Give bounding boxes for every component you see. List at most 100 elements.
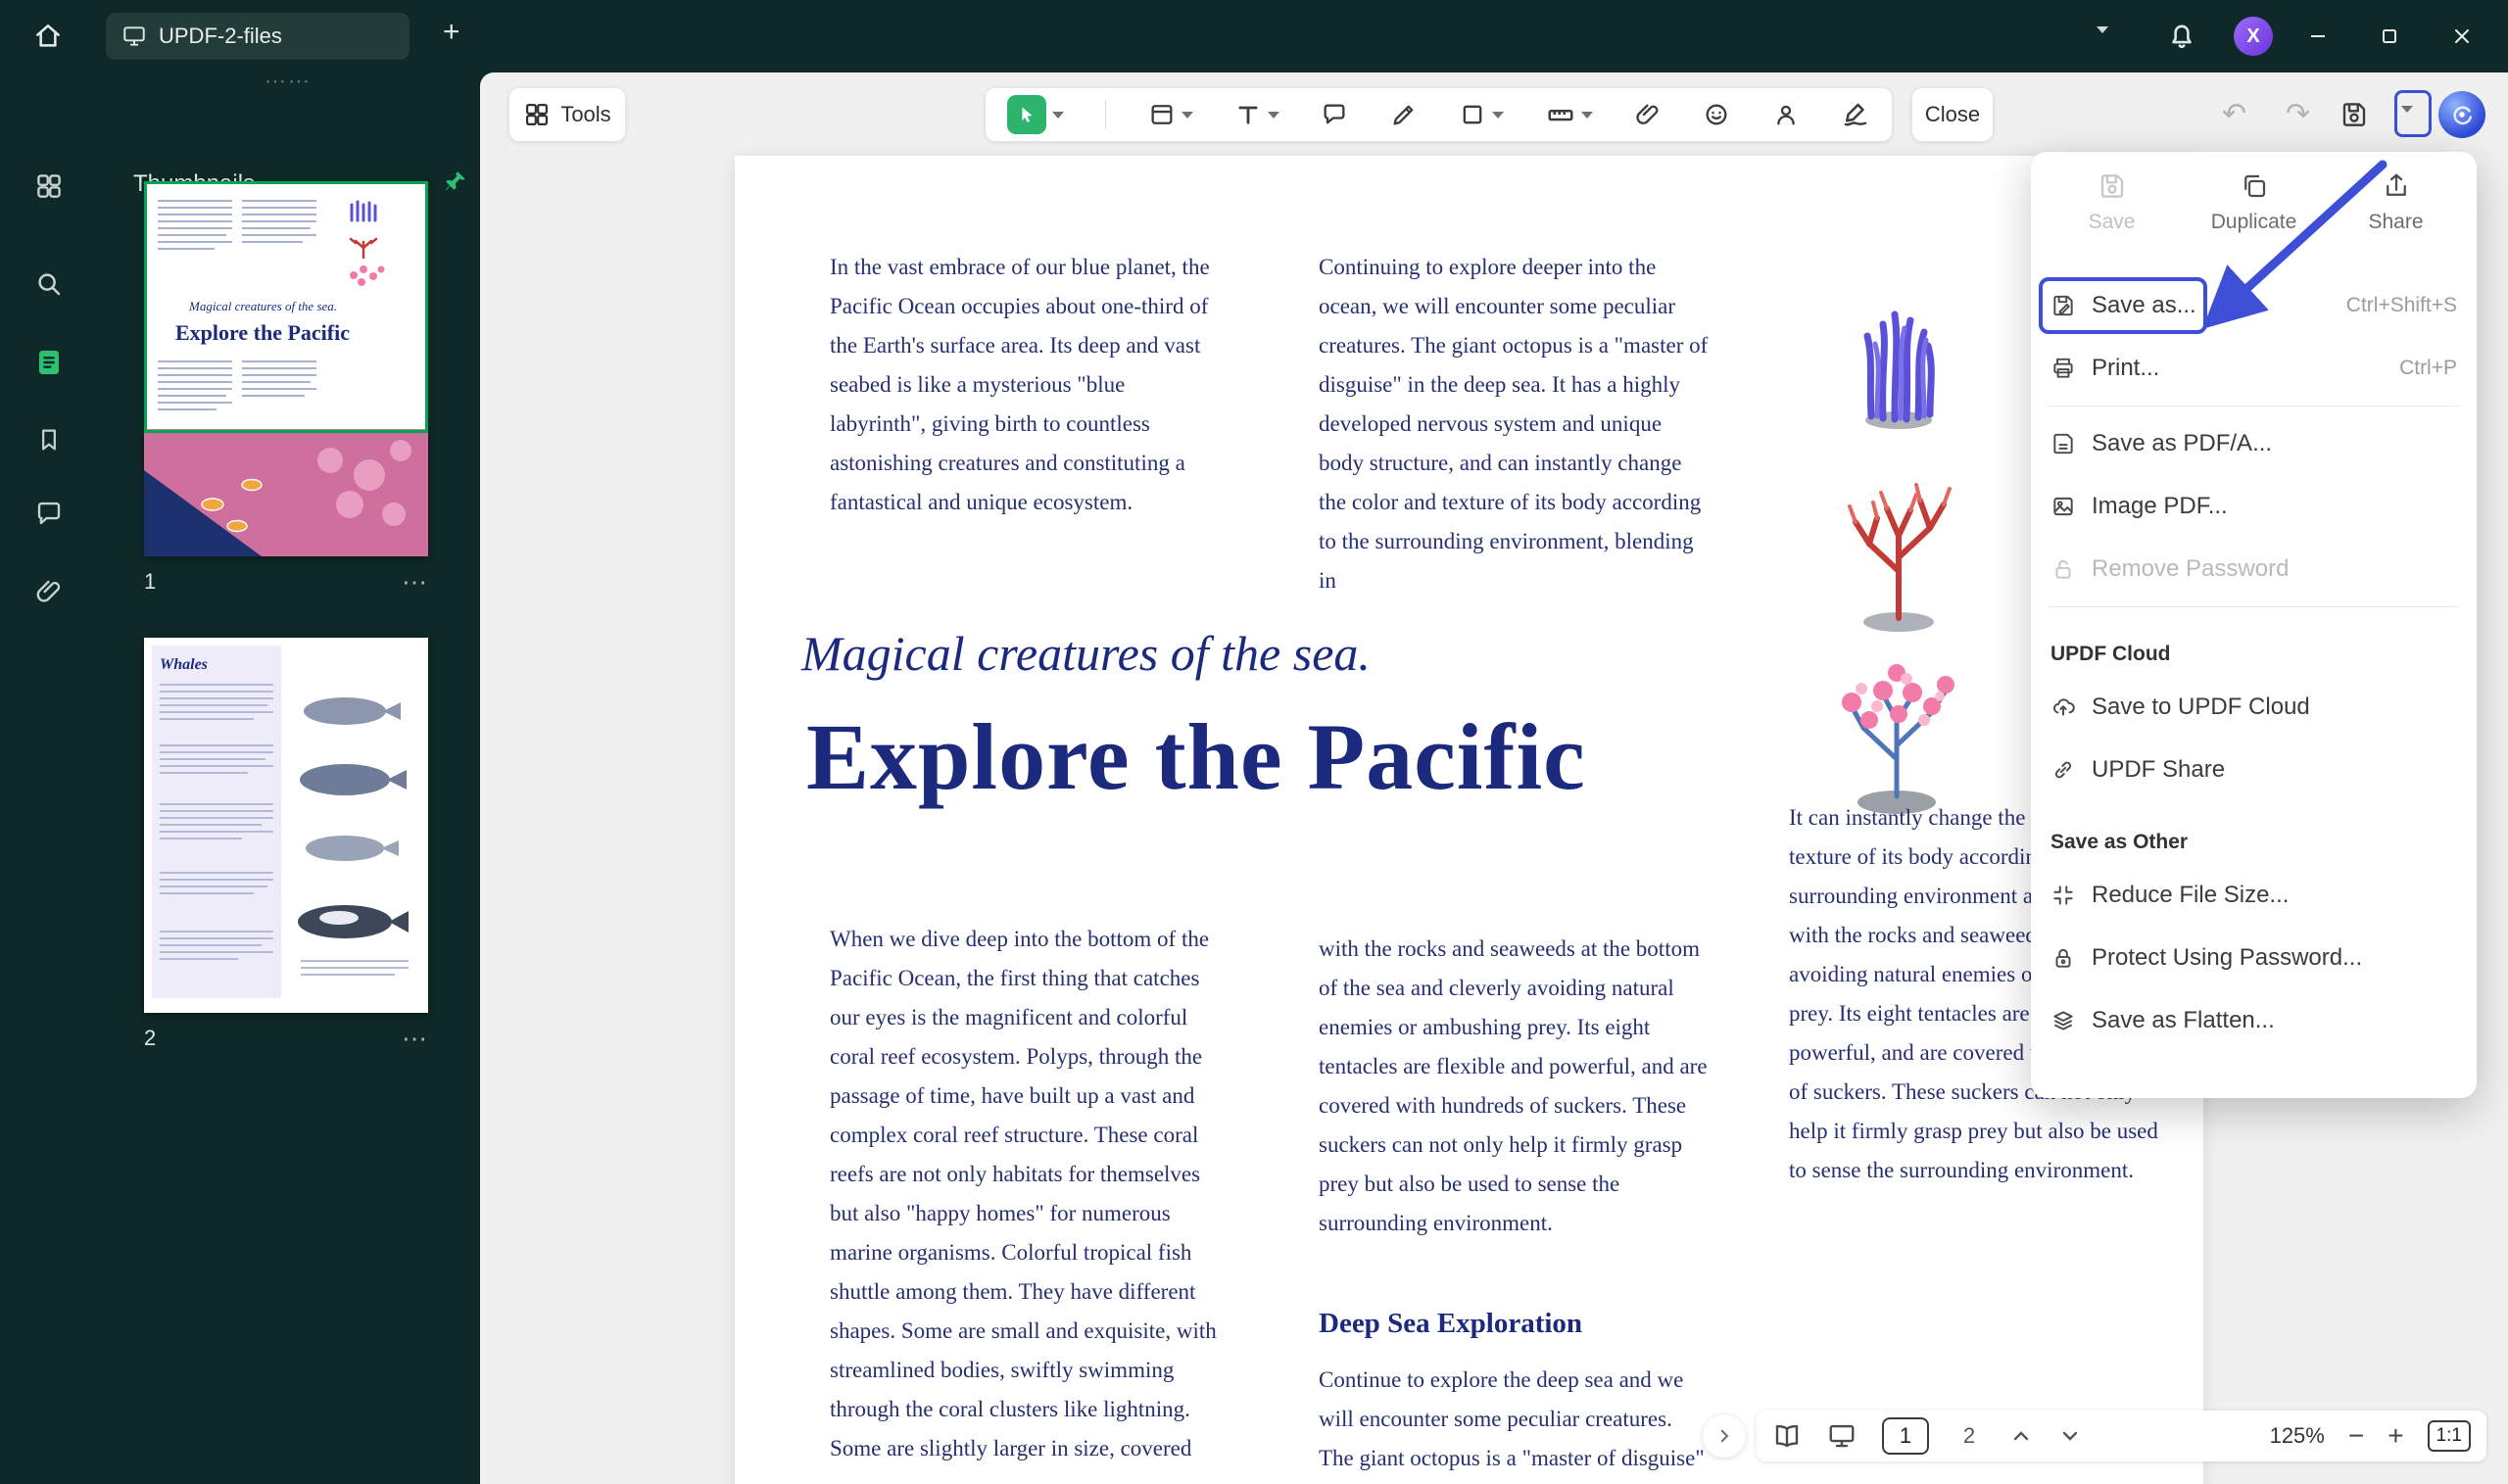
page2-more-button[interactable]: ⋯ [402, 1024, 428, 1054]
paperclip-icon [1634, 101, 1662, 128]
text-icon [1234, 101, 1262, 128]
doc-paragraph: When we dive deep into the bottom of the… [830, 920, 1222, 1468]
sign-scribble-tool[interactable] [1841, 100, 1870, 129]
redo-button[interactable]: ↷ [2286, 100, 2310, 129]
menu-item-reduce-file-size[interactable]: Reduce File Size... [2031, 864, 2477, 927]
menu-item-save-as-pdfa[interactable]: Save as PDF/A... [2031, 412, 2477, 475]
zoom-out-button[interactable]: − [2348, 1422, 2364, 1450]
menu-item-save-as-flatten[interactable]: Save as Flatten... [2031, 989, 2477, 1052]
maximize-icon [2379, 25, 2400, 47]
text-tool-chevron-icon[interactable] [1268, 112, 1279, 119]
menu-item-save-to-updf-cloud[interactable]: Save to UPDF Cloud [2031, 676, 2477, 739]
updf-window: UPDF-2-files + X [0, 0, 2508, 1484]
reduce-file-size-label: Reduce File Size... [2092, 882, 2289, 909]
close-button[interactable]: Close [1912, 88, 1993, 141]
page-thumbnail-2[interactable]: Whales [144, 638, 428, 1013]
expand-statusbar-button[interactable] [1703, 1414, 1746, 1458]
toolbar-divider [1105, 100, 1106, 129]
measure-tool[interactable] [1546, 100, 1593, 129]
home-icon [32, 21, 64, 52]
save-as-icon [2050, 293, 2076, 318]
save-button[interactable] [2339, 100, 2369, 129]
doc-paragraph: In the vast embrace of our blue planet, … [830, 248, 1222, 522]
save-to-cloud-label: Save to UPDF Cloud [2092, 694, 2310, 721]
document-tab[interactable]: UPDF-2-files [106, 13, 410, 60]
shape-tool-chevron-icon[interactable] [1492, 112, 1504, 119]
page-thumbnail-1[interactable]: Magical creatures of the sea. Explore th… [144, 181, 428, 556]
updf-ai-button[interactable] [2438, 91, 2485, 138]
page-2-button[interactable]: 2 [1954, 1423, 1984, 1449]
pin-icon [443, 168, 468, 194]
search-icon [34, 269, 64, 299]
zoom-in-button[interactable]: + [2387, 1422, 2403, 1450]
comment-icon [34, 499, 64, 528]
save-menu-chevron-highlight [2394, 90, 2432, 137]
thumbnails-panel-button[interactable] [27, 341, 71, 384]
reading-mode-icon[interactable] [1772, 1421, 1802, 1451]
titlebar-chevron-down-icon[interactable] [2097, 33, 2108, 51]
header-icon [1148, 101, 1176, 128]
select-tool[interactable] [1007, 95, 1064, 134]
undo-button[interactable]: ↶ [2222, 100, 2246, 129]
thumb2-heading: Whales [160, 656, 208, 673]
attach-tool[interactable] [1634, 101, 1662, 128]
chevron-right-icon [1715, 1427, 1733, 1445]
updf-share-label: UPDF Share [2092, 756, 2225, 784]
header-footer-tool[interactable] [1148, 101, 1193, 128]
select-tool-chevron-icon[interactable] [1052, 112, 1064, 119]
page-up-icon[interactable] [2009, 1424, 2033, 1448]
menu-item-image-pdf[interactable]: Image PDF... [2031, 475, 2477, 538]
actual-size-button[interactable]: 1:1 [2428, 1420, 2471, 1452]
tools-icon [523, 101, 551, 128]
remove-password-label: Remove Password [2092, 555, 2289, 583]
print-label: Print... [2092, 355, 2159, 382]
menu-item-updf-share[interactable]: UPDF Share [2031, 739, 2477, 801]
menu-action-duplicate[interactable]: Duplicate [2183, 171, 2325, 274]
pdf-page[interactable]: In the vast embrace of our blue planet, … [735, 156, 2203, 1484]
home-button[interactable] [32, 21, 64, 52]
measure-tool-chevron-icon[interactable] [1581, 112, 1593, 119]
sticker-tool[interactable] [1703, 101, 1730, 128]
menu-action-save-label: Save [2089, 211, 2136, 234]
duplicate-icon [2240, 171, 2269, 201]
signature-tool[interactable] [1772, 101, 1800, 128]
ruler-icon [1546, 100, 1575, 129]
comment-tool[interactable] [1321, 101, 1348, 128]
menu-item-remove-password[interactable]: Remove Password [2031, 538, 2477, 600]
menu-action-save[interactable]: Save [2041, 171, 2183, 274]
apps-grid-button[interactable] [27, 165, 71, 208]
header-tool-chevron-icon[interactable] [1182, 112, 1193, 119]
text-tool[interactable] [1234, 101, 1279, 128]
tools-button[interactable]: Tools [509, 88, 625, 141]
pin-panel-button[interactable] [443, 168, 468, 194]
page1-viewport-indicator[interactable] [144, 181, 428, 433]
pen-tool[interactable] [1390, 101, 1418, 128]
menu-section-updf-cloud: UPDF Cloud [2031, 613, 2477, 676]
zoom-level[interactable]: 125% [2270, 1423, 2325, 1449]
menu-item-print[interactable]: Print... Ctrl+P [2031, 337, 2477, 400]
notifications-button[interactable] [2165, 19, 2198, 52]
close-window-button[interactable] [2444, 19, 2480, 54]
new-tab-button[interactable]: + [443, 18, 460, 47]
menu-item-protect-using-password[interactable]: Protect Using Password... [2031, 927, 2477, 989]
attachments-button[interactable] [27, 570, 71, 613]
minimize-button[interactable] [2300, 19, 2336, 54]
shape-tool[interactable] [1459, 101, 1504, 128]
panel-drag-handle[interactable]: ⋯⋯ [265, 69, 312, 94]
page-down-icon[interactable] [2058, 1424, 2082, 1448]
comments-button[interactable] [27, 492, 71, 535]
slideshow-icon[interactable] [1827, 1421, 1857, 1451]
share-icon [2382, 171, 2411, 201]
close-label: Close [1925, 102, 1980, 127]
monitor-icon [121, 24, 147, 49]
search-button[interactable] [27, 263, 71, 306]
user-avatar[interactable]: X [2234, 17, 2273, 56]
menu-action-share[interactable]: Share [2325, 171, 2467, 274]
page1-more-button[interactable]: ⋯ [402, 567, 428, 598]
menu-item-save-as[interactable]: Save as... Ctrl+Shift+S [2031, 274, 2477, 337]
image-icon [2050, 494, 2076, 519]
page-1-button[interactable]: 1 [1882, 1417, 1929, 1455]
cursor-icon [1007, 95, 1046, 134]
bookmarks-button[interactable] [27, 418, 71, 461]
maximize-button[interactable] [2372, 19, 2407, 54]
